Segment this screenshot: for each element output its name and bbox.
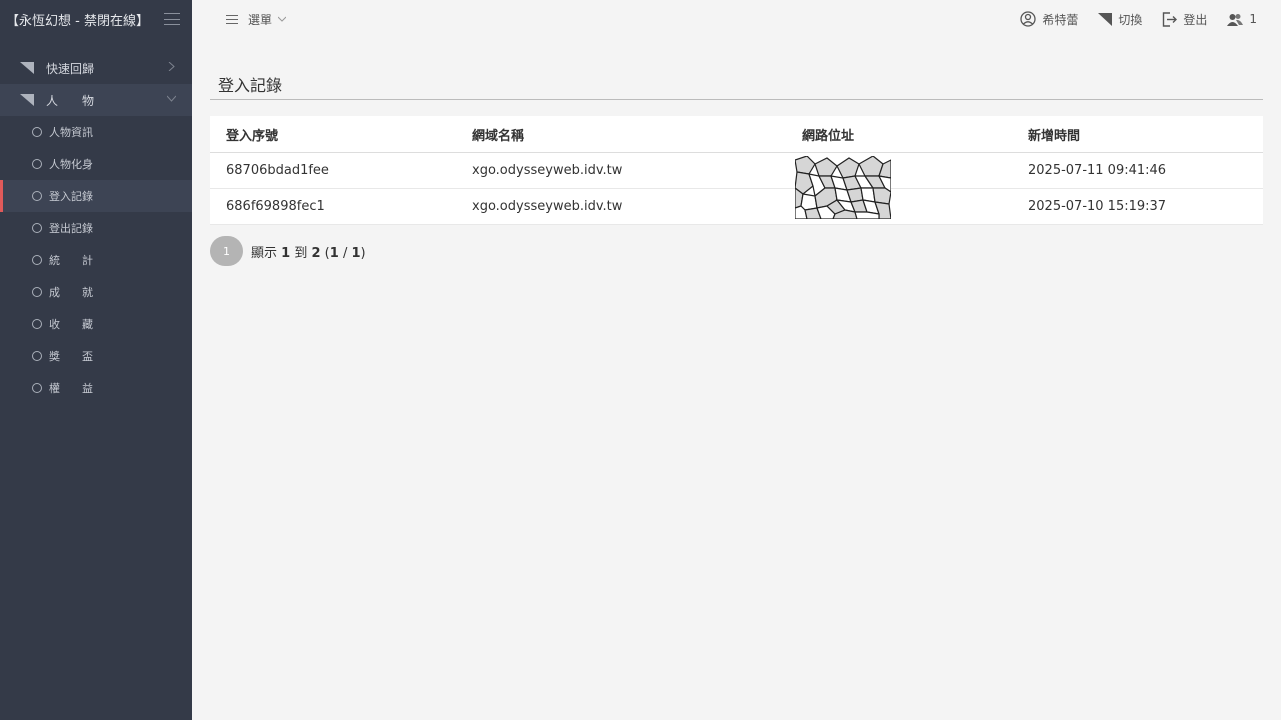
pagination: 1 顯示 1 到 2 (1 / 1) [210,236,366,266]
sidebar-item-label: 登出記錄 [49,222,93,235]
logout-icon [1163,11,1178,27]
title-divider [210,99,1263,100]
sidebar-item-statistics[interactable]: 統 計 [0,244,192,276]
circle-icon [32,319,42,329]
sidebar-group-character[interactable]: 人 物 [0,84,192,116]
cell-time: 2025-07-11 09:41:46 [1028,163,1167,178]
circle-icon [32,287,42,297]
login-records-table: 登入序號 網域名稱 網路位址 新增時間 68706bdad1fee xgo.od… [210,116,1263,225]
pager-prefix: 顯示 [251,245,278,261]
page-title: 登入記錄 [218,76,283,95]
sidebar-item-label: 獎 盃 [49,350,93,363]
pager-from: 1 [281,245,291,261]
circle-icon [32,383,42,393]
chevron-down-icon [278,16,287,22]
column-header-time: 新增時間 [1028,128,1081,144]
online-users-button[interactable]: 1 [1227,12,1257,26]
flag-icon [20,94,34,106]
circle-icon [32,191,42,201]
sidebar-item-label: 人物化身 [49,158,93,171]
sidebar: 【永恆幻想 - 禁閉在線】 快速回歸 人 物 人物資訊 人物化身 登入記錄 登出… [0,0,192,720]
switch-button[interactable]: 切換 [1098,11,1142,28]
page-button-current[interactable]: 1 [210,236,243,266]
logout-button[interactable]: 登出 [1162,11,1207,28]
sidebar-item-achievements[interactable]: 成 就 [0,276,192,308]
sidebar-item-login-records[interactable]: 登入記錄 [0,180,192,212]
circle-icon [32,127,42,137]
menu-icon [226,14,238,24]
chevron-down-icon [167,95,176,102]
table-row: 68706bdad1fee xgo.odysseyweb.idv.tw 2025… [210,153,1263,189]
user-name: 希特蕾 [1042,12,1079,27]
user-profile-link[interactable]: 希特蕾 [1020,11,1078,28]
brand-bar: 【永恆幻想 - 禁閉在線】 [0,0,192,38]
circle-icon [32,351,42,361]
menu-dropdown[interactable]: 選單 [226,11,287,28]
top-bar: 選單 希特蕾 切換 登出 1 [192,0,1281,38]
sidebar-item-label: 收 藏 [49,318,93,331]
online-count: 1 [1249,12,1257,26]
column-header-domain: 網域名稱 [472,128,525,144]
logout-label: 登出 [1183,12,1208,27]
sidebar-group-quick-return[interactable]: 快速回歸 [0,52,192,84]
circle-icon [32,223,42,233]
sidebar-item-label: 人物資訊 [49,126,93,139]
cell-id: 68706bdad1fee [226,163,329,178]
cell-id: 686f69898fec1 [226,199,325,214]
sidebar-group-label: 快速回歸 [46,61,95,76]
column-header-id: 登入序號 [226,128,279,144]
sidebar-item-character-info[interactable]: 人物資訊 [0,116,192,148]
switch-label: 切換 [1118,12,1143,27]
sidebar-item-trophies[interactable]: 獎 盃 [0,340,192,372]
sidebar-toggle-icon[interactable] [164,13,180,25]
sidebar-item-label: 登入記錄 [49,190,93,203]
column-header-ip: 網路位址 [802,128,855,144]
sidebar-item-label: 統 計 [49,254,93,267]
sidebar-item-collection[interactable]: 收 藏 [0,308,192,340]
flag-icon [1098,12,1113,26]
sidebar-item-label: 成 就 [49,286,93,299]
sidebar-item-logout-records[interactable]: 登出記錄 [0,212,192,244]
user-circle-icon [1020,11,1036,27]
pager-page: 1 [329,245,339,261]
brand-title: 【永恆幻想 - 禁閉在線】 [6,13,149,29]
masked-ip-pattern [795,156,891,219]
cell-domain: xgo.odysseyweb.idv.tw [472,199,623,214]
sidebar-item-label: 權 益 [49,382,93,395]
cell-domain: xgo.odysseyweb.idv.tw [472,163,623,178]
menu-label: 選單 [248,12,273,27]
flag-icon [20,62,34,74]
table-row: 686f69898fec1 xgo.odysseyweb.idv.tw 2025… [210,189,1263,225]
pager-to-word: 到 [294,245,308,261]
circle-icon [32,255,42,265]
sidebar-item-benefits[interactable]: 權 益 [0,372,192,404]
sidebar-item-avatar[interactable]: 人物化身 [0,148,192,180]
pager-pages: 1 [351,245,361,261]
users-icon [1227,13,1244,26]
pager-to: 2 [311,245,321,261]
circle-icon [32,159,42,169]
cell-time: 2025-07-10 15:19:37 [1028,199,1167,214]
chevron-right-icon [168,62,175,71]
pager-summary: 顯示 1 到 2 (1 / 1) [251,245,366,261]
top-right-actions: 希特蕾 切換 登出 1 [1000,0,1257,38]
table-header-row: 登入序號 網域名稱 網路位址 新增時間 [210,116,1263,153]
sidebar-group-label: 人 物 [46,93,95,108]
